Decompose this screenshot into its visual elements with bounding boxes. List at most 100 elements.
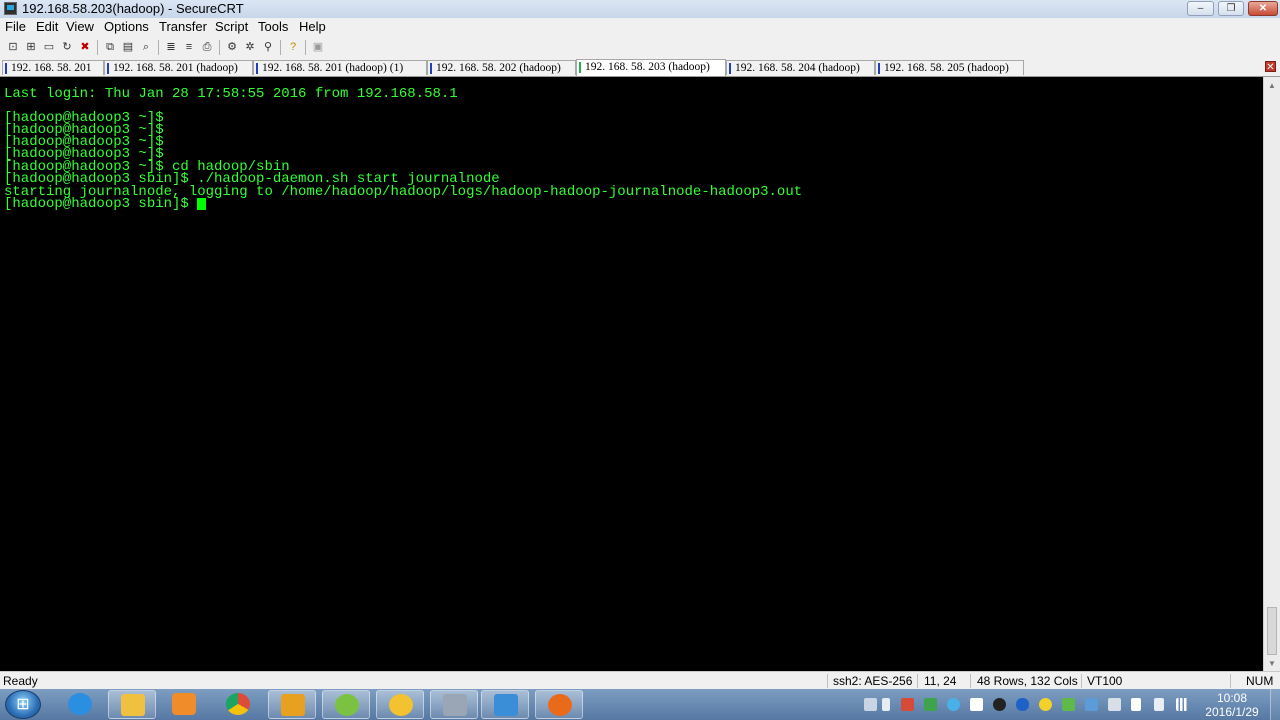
close-tab-icon[interactable]: ✕ <box>1265 61 1276 73</box>
copy-icon[interactable]: ⧉ <box>103 40 117 54</box>
tray-network-app-icon[interactable] <box>924 698 937 711</box>
toolbar-separator <box>219 40 220 55</box>
menu-options[interactable]: Options <box>104 19 149 34</box>
keymap-icon[interactable]: ⚲ <box>261 40 275 54</box>
tab-label: 192. 168. 58. 201 (hadoop) <box>113 62 238 74</box>
session-options-icon[interactable]: ⚙ <box>225 40 239 54</box>
taskbar-printer-app[interactable] <box>430 690 478 719</box>
tray-keyboard-icon[interactable] <box>864 698 877 711</box>
taskbar-refresh-app[interactable] <box>322 690 370 719</box>
toolbar-separator <box>305 40 306 55</box>
menu-edit[interactable]: Edit <box>36 19 58 34</box>
tray-flag-icon[interactable] <box>901 698 914 711</box>
send-ascii-icon[interactable]: ≣ <box>164 40 178 54</box>
terminal-cursor <box>197 198 207 210</box>
windows-taskbar: 10:08 2016/1/29 <box>0 689 1280 720</box>
maximize-button[interactable]: ❐ <box>1218 1 1244 16</box>
menu-transfer[interactable]: Transfer <box>159 19 207 34</box>
menu-file[interactable]: File <box>5 19 26 34</box>
disconnect-icon[interactable]: ✖ <box>78 40 92 54</box>
quick-connect-icon[interactable]: ⊞ <box>24 40 38 54</box>
game-app-icon <box>548 694 572 716</box>
sftp-icon[interactable]: ✲ <box>243 40 257 54</box>
print-icon[interactable]: ⎙ <box>200 40 214 54</box>
tab-status-marker <box>5 63 7 74</box>
tab-status-marker <box>107 63 109 74</box>
toolbar: ⊡ ⊞ ▭ ↻ ✖ ⧉ ▤ ⌕ ≣ ≡ ⎙ ⚙ ✲ ⚲ ? ▣ <box>0 37 1280 60</box>
connect-icon[interactable]: ⊡ <box>6 40 20 54</box>
taskbar-clock[interactable]: 10:08 2016/1/29 <box>1202 691 1262 719</box>
tab-192-168-58-203-hadoop[interactable]: 192. 168. 58. 203 (hadoop) <box>576 59 726 76</box>
toolbox-icon <box>281 694 305 716</box>
taskbar-securecrt[interactable] <box>481 690 529 719</box>
close-button[interactable]: ✕ <box>1248 1 1278 16</box>
tray-action-center-icon[interactable] <box>1108 698 1121 711</box>
toolbar-separator <box>158 40 159 55</box>
tab-status-marker <box>729 63 731 74</box>
tab-status-marker <box>579 62 581 73</box>
tab-label: 192. 168. 58. 203 (hadoop) <box>585 61 710 73</box>
tray-bluetooth-icon[interactable] <box>1016 698 1029 711</box>
minimize-button[interactable]: – <box>1187 1 1214 16</box>
tab-192-168-58-205-hadoop[interactable]: 192. 168. 58. 205 (hadoop) <box>875 60 1024 75</box>
status-separator <box>1081 674 1082 688</box>
refresh-app-icon <box>335 694 359 716</box>
options-icon[interactable]: ▣ <box>311 40 325 54</box>
securecrt-app-icon[interactable] <box>4 2 17 15</box>
tray-qq-icon[interactable] <box>947 698 960 711</box>
tray-volume-icon[interactable] <box>1154 698 1164 711</box>
taskbar-media-player[interactable] <box>160 690 208 719</box>
scroll-up-arrow-icon[interactable]: ▲ <box>1267 81 1277 90</box>
find-icon[interactable]: ⌕ <box>139 40 153 54</box>
menu-script[interactable]: Script <box>215 19 248 34</box>
taskbar-toolbox[interactable] <box>268 690 316 719</box>
vertical-scrollbar[interactable]: ▲ ▼ <box>1263 77 1280 671</box>
media-player-icon <box>172 693 196 715</box>
help-icon[interactable]: ? <box>286 40 300 54</box>
tray-penguin-icon[interactable] <box>993 698 1006 711</box>
title-bar: 192.168.58.203(hadoop) - SecureCRT – ❐ ✕ <box>0 0 1280 19</box>
tab-192-168-58-201[interactable]: 192. 168. 58. 201 <box>2 60 104 75</box>
tray-power-icon[interactable] <box>1131 698 1141 711</box>
status-separator <box>917 674 918 688</box>
tab-label: 192. 168. 58. 201 <box>11 62 92 74</box>
menu-view[interactable]: View <box>66 19 94 34</box>
tray-signal-icon[interactable] <box>1176 698 1189 711</box>
taskbar-file-explorer[interactable] <box>108 690 156 719</box>
tray-plus-icon[interactable] <box>1039 698 1052 711</box>
tab-label: 192. 168. 58. 205 (hadoop) <box>884 62 1009 74</box>
scroll-down-arrow-icon[interactable]: ▼ <box>1267 659 1277 668</box>
receive-ascii-icon[interactable]: ≡ <box>182 40 196 54</box>
tab-192-168-58-204-hadoop[interactable]: 192. 168. 58. 204 (hadoop) <box>726 60 875 75</box>
reconnect-icon[interactable]: ↻ <box>60 40 74 54</box>
clock-date: 2016/1/29 <box>1205 705 1259 719</box>
terminal-screen[interactable]: Last login: Thu Jan 28 17:58:55 2016 fro… <box>0 77 1263 671</box>
tray-windows-icon[interactable] <box>970 698 983 711</box>
menu-help[interactable]: Help <box>299 19 326 34</box>
menu-tools[interactable]: Tools <box>258 19 288 34</box>
start-button[interactable] <box>5 690 41 719</box>
taskbar-internet-explorer[interactable] <box>56 690 104 719</box>
status-encryption: ssh2: AES-256 <box>833 674 913 688</box>
toolbar-separator <box>97 40 98 55</box>
show-desktop-button[interactable] <box>1270 689 1280 720</box>
taskbar-game-app[interactable] <box>535 690 583 719</box>
tab-label: 192. 168. 58. 201 (hadoop) (1) <box>262 62 404 74</box>
tray-shield-icon[interactable] <box>1062 698 1075 711</box>
terminal-line: Last login: Thu Jan 28 17:58:55 2016 fro… <box>4 86 458 102</box>
chrome-icon <box>226 693 250 715</box>
paste-icon[interactable]: ▤ <box>121 40 135 54</box>
internet-explorer-icon <box>68 693 92 715</box>
taskbar-e-app[interactable] <box>376 690 424 719</box>
tab-192-168-58-201-hadoop[interactable]: 192. 168. 58. 201 (hadoop) <box>104 60 253 75</box>
tray-pen-icon[interactable] <box>882 698 890 711</box>
taskbar-chrome[interactable] <box>214 690 262 719</box>
status-num-lock: NUM <box>1246 674 1274 688</box>
tab-192-168-58-202-hadoop[interactable]: 192. 168. 58. 202 (hadoop) <box>427 60 576 75</box>
connect-in-tab-icon[interactable]: ▭ <box>42 40 56 54</box>
scrollbar-thumb[interactable] <box>1267 607 1277 655</box>
status-bar: Ready ssh2: AES-256 11, 24 48 Rows, 132 … <box>0 671 1280 690</box>
tray-monitor-icon[interactable] <box>1085 698 1098 711</box>
tab-192-168-58-201-hadoop-1[interactable]: 192. 168. 58. 201 (hadoop) (1) <box>253 60 427 75</box>
tab-status-marker <box>256 63 258 74</box>
